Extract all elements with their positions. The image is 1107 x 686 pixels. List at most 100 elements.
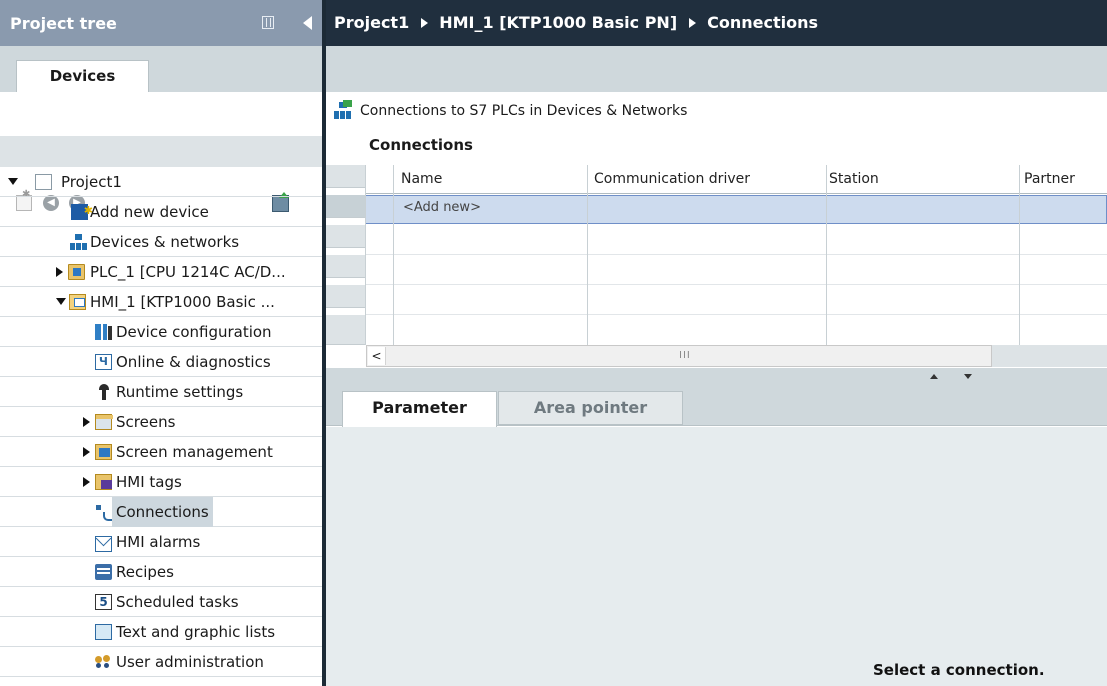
expand-down-icon[interactable] xyxy=(8,178,18,185)
column-divider xyxy=(587,165,588,345)
tree-item-hmi-1[interactable]: HMI_1 [KTP1000 Basic ... xyxy=(0,287,322,317)
scroll-grip-icon[interactable]: III xyxy=(679,350,691,361)
device-config-icon xyxy=(95,324,112,340)
tab-devices[interactable]: Devices xyxy=(16,60,149,93)
column-divider xyxy=(393,165,394,345)
row-header[interactable] xyxy=(326,165,365,188)
tree-item-add-new-device[interactable]: Add new device xyxy=(0,196,322,227)
hmi-tags-icon xyxy=(95,474,112,490)
tree-item-label: Recipes xyxy=(116,563,174,581)
plc-folder-icon xyxy=(68,264,85,280)
breadcrumb-project[interactable]: Project1 xyxy=(334,13,409,32)
tree-header-band xyxy=(0,136,322,167)
select-connection-message: Select a connection. xyxy=(873,661,1045,679)
tree-item-connections[interactable]: Connections xyxy=(0,497,322,527)
add-device-icon xyxy=(71,196,93,226)
screens-folder-icon xyxy=(95,414,113,430)
connections-info-bar: Connections to S7 PLCs in Devices & Netw… xyxy=(326,92,1107,132)
tree-item-plc-1[interactable]: PLC_1 [CPU 1214C AC/D... xyxy=(0,257,322,287)
tree-item-devices-networks[interactable]: Devices & networks xyxy=(0,227,322,257)
tree-item-user-administration[interactable]: User administration xyxy=(0,647,322,677)
collapse-up-icon[interactable] xyxy=(930,374,938,379)
text-graphic-lists-icon xyxy=(95,624,112,640)
tab-area-pointer[interactable]: Area pointer xyxy=(498,391,683,425)
row-header[interactable] xyxy=(326,255,365,278)
project-tree-title: Project tree xyxy=(10,14,117,33)
row-header[interactable] xyxy=(326,195,365,218)
table-row[interactable] xyxy=(365,284,1107,285)
scroll-left-icon[interactable]: < xyxy=(368,347,386,365)
column-divider xyxy=(365,165,366,345)
expand-right-icon[interactable] xyxy=(56,267,63,277)
project-tree-pane: Project tree Devices ◀ ▶ Project1 Add ne… xyxy=(0,0,322,686)
breadcrumb-connections[interactable]: Connections xyxy=(707,13,818,32)
tree-item-recipes[interactable]: Recipes xyxy=(0,557,322,587)
tree-item-label: PLC_1 [CPU 1214C AC/D... xyxy=(90,263,286,281)
expand-right-icon[interactable] xyxy=(83,417,90,427)
tree-item-runtime-settings[interactable]: Runtime settings xyxy=(0,377,322,407)
tree-item-screens[interactable]: Screens xyxy=(0,407,322,437)
row-header[interactable] xyxy=(326,315,365,345)
chevron-right-icon xyxy=(421,18,429,28)
inspector-content xyxy=(326,427,1107,686)
column-divider xyxy=(826,165,827,345)
tree-item-label: Text and graphic lists xyxy=(116,623,276,641)
tree-item-text-graphic-lists[interactable]: Text and graphic lists xyxy=(0,617,322,647)
expand-right-icon[interactable] xyxy=(83,447,90,457)
split-pane-icon[interactable] xyxy=(262,16,274,29)
connections-icon xyxy=(95,504,114,521)
row-header[interactable] xyxy=(326,225,365,248)
connections-section-title: Connections xyxy=(369,136,473,154)
row-header[interactable] xyxy=(326,285,365,308)
collapse-pane-icon[interactable] xyxy=(303,16,312,30)
tab-parameter[interactable]: Parameter xyxy=(342,391,497,427)
expand-right-icon[interactable] xyxy=(83,477,90,487)
table-header: Name Communication driver Station Partne… xyxy=(365,165,1107,194)
tree-item-label: Devices & networks xyxy=(90,233,240,251)
table-row[interactable] xyxy=(365,314,1107,315)
tree-item-label: Screens xyxy=(116,413,176,431)
tree-item-hmi-alarms[interactable]: HMI alarms xyxy=(0,527,322,557)
network-icon xyxy=(70,234,87,250)
tree-item-project1[interactable]: Project1 xyxy=(0,167,322,197)
column-header-communication-driver[interactable]: Communication driver xyxy=(594,171,750,187)
connections-table: Name Communication driver Station Partne… xyxy=(326,165,1107,345)
column-divider xyxy=(1019,165,1020,345)
expand-down-icon[interactable] xyxy=(56,298,66,305)
tree-item-label: HMI tags xyxy=(116,473,182,491)
tree-item-label: Add new device xyxy=(90,203,209,221)
scroll-gap xyxy=(992,345,1107,367)
breadcrumb: Project1 HMI_1 [KTP1000 Basic PN] Connecti… xyxy=(326,0,1107,46)
add-new-cell[interactable]: <Add new> xyxy=(403,200,481,215)
column-header-partner[interactable]: Partner xyxy=(1024,171,1075,187)
hmi-folder-icon xyxy=(69,294,86,310)
horizontal-scrollbar[interactable]: < III xyxy=(366,345,992,367)
column-header-name[interactable]: Name xyxy=(401,171,442,187)
connections-info-text[interactable]: Connections to S7 PLCs in Devices & Netw… xyxy=(360,103,687,119)
tree-item-device-configuration[interactable]: Device configuration xyxy=(0,317,322,347)
chevron-right-icon xyxy=(689,18,697,28)
online-diagnostics-icon xyxy=(95,347,112,377)
tree-item-screen-management[interactable]: Screen management xyxy=(0,437,322,467)
tree-item-label: Project1 xyxy=(61,173,122,191)
editor-toolbar xyxy=(326,46,1107,92)
recipes-icon xyxy=(95,564,112,580)
scheduled-tasks-icon: 5 xyxy=(95,594,112,610)
tree-item-scheduled-tasks[interactable]: 5 Scheduled tasks xyxy=(0,587,322,617)
column-header-station[interactable]: Station xyxy=(829,171,879,187)
project-tree-toolbar: ◀ ▶ xyxy=(0,92,322,212)
network-icon xyxy=(334,100,352,120)
tree-item-hmi-tags[interactable]: HMI tags xyxy=(0,467,322,497)
splitter-bar[interactable] xyxy=(326,368,1107,382)
table-row[interactable] xyxy=(365,254,1107,255)
runtime-settings-icon xyxy=(95,384,112,400)
expand-down-icon[interactable] xyxy=(964,374,972,379)
table-row-add-new[interactable]: <Add new> xyxy=(365,195,1107,224)
tree-item-label: Device configuration xyxy=(116,323,272,341)
tree-item-label: Runtime settings xyxy=(116,383,244,401)
breadcrumb-hmi[interactable]: HMI_1 [KTP1000 Basic PN] xyxy=(439,13,677,32)
tree-item-label: User administration xyxy=(116,653,264,671)
screen-management-icon xyxy=(95,444,112,460)
tree-item-label: Scheduled tasks xyxy=(116,593,239,611)
tree-item-online-diagnostics[interactable]: Online & diagnostics xyxy=(0,347,322,377)
